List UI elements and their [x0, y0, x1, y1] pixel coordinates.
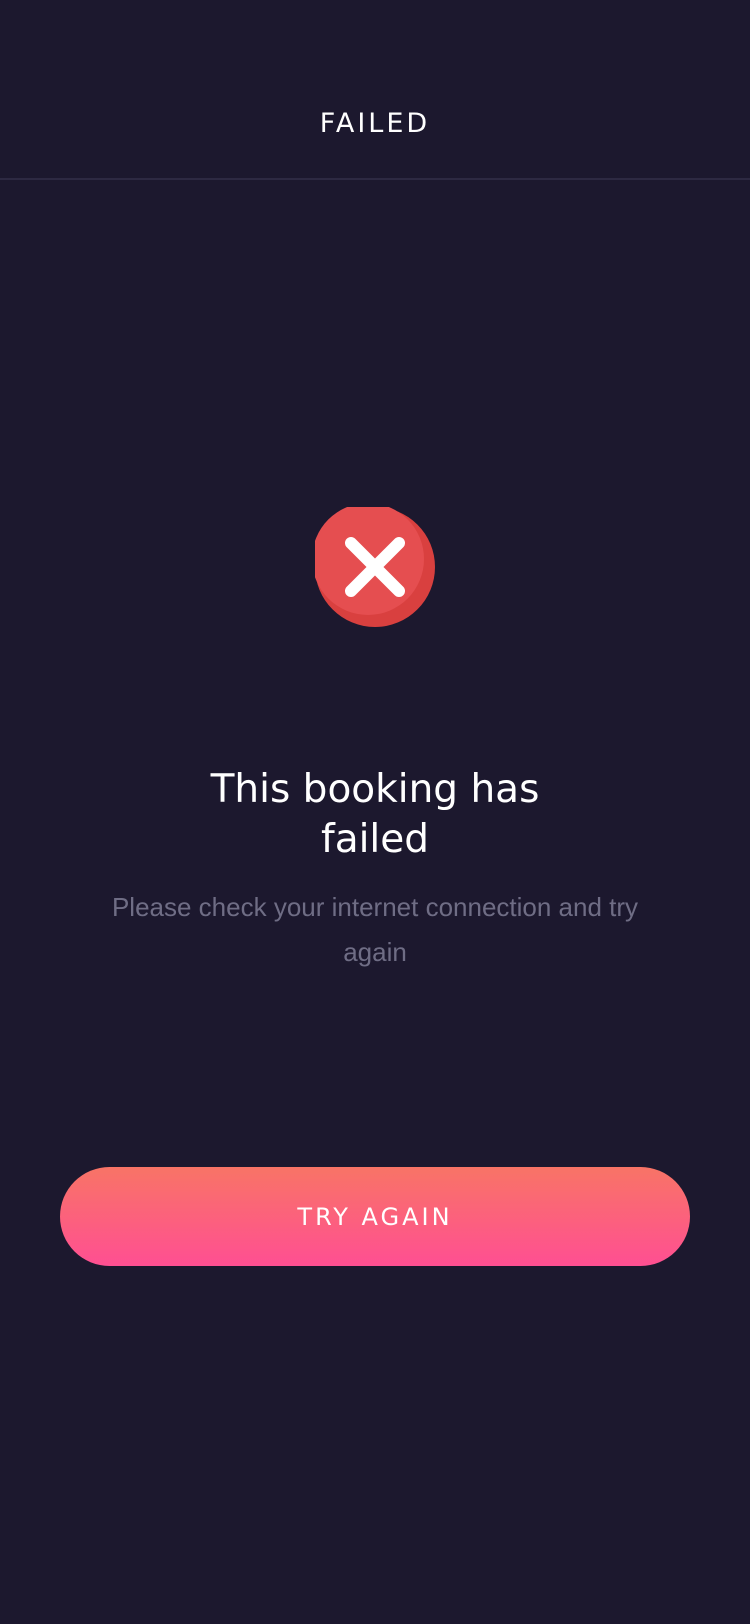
close-circle-icon — [315, 507, 435, 627]
failure-title: This booking has failed — [210, 767, 540, 862]
page-title: FAILED — [319, 108, 431, 139]
failure-message: Please check your internet connection an… — [111, 892, 639, 967]
header-bar: FAILED — [0, 0, 750, 180]
try-again-button[interactable]: TRY AGAIN — [60, 1167, 690, 1266]
